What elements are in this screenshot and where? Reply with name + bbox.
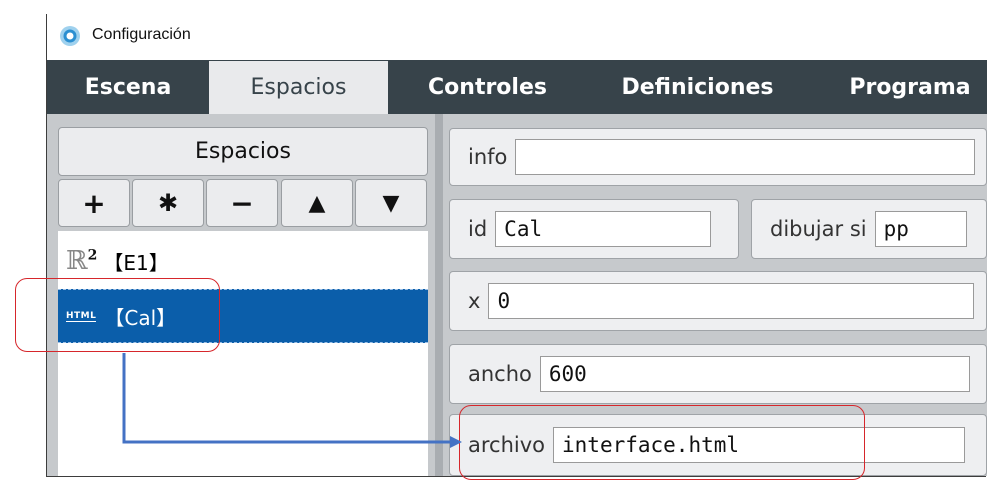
draw-if-input[interactable] [874,211,967,247]
remove-space-button[interactable]: − [206,179,278,227]
tab-definiciones[interactable]: Definiciones [595,61,800,114]
annotation-box-file-field [459,405,865,480]
width-label: ancho [468,362,532,386]
id-input[interactable] [495,211,712,247]
move-down-button[interactable]: ▼ [355,179,427,227]
window-title: Configuración [92,26,191,43]
info-label: info [468,145,508,169]
list-item-label: 【E1】 [103,250,169,275]
tab-programa[interactable]: Programa [830,61,990,114]
draw-if-label: dibujar si [770,217,867,241]
width-row: ancho [449,344,987,404]
annotation-box-cal-item [15,278,220,352]
move-up-button[interactable]: ▲ [281,179,353,227]
id-label: id [468,217,488,241]
spaces-header-button[interactable]: Espacios [58,127,428,176]
app-icon [60,26,80,46]
tab-espacios[interactable]: Espacios [209,61,388,114]
draw-if-row: dibujar si [751,199,987,259]
r2-space-icon: ℝ2 [66,246,98,276]
width-input[interactable] [539,356,970,392]
add-space-button[interactable]: + [58,179,130,227]
x-row: x [449,271,987,331]
id-row: id [449,199,739,259]
info-input[interactable] [515,139,976,175]
x-label: x [468,289,481,313]
tab-controles[interactable]: Controles [405,61,570,114]
x-input[interactable] [488,283,975,319]
info-row: info [449,128,987,186]
duplicate-space-button[interactable]: ✱ [132,179,204,227]
panel-splitter[interactable] [435,114,443,476]
tab-escena[interactable]: Escena [47,61,209,114]
